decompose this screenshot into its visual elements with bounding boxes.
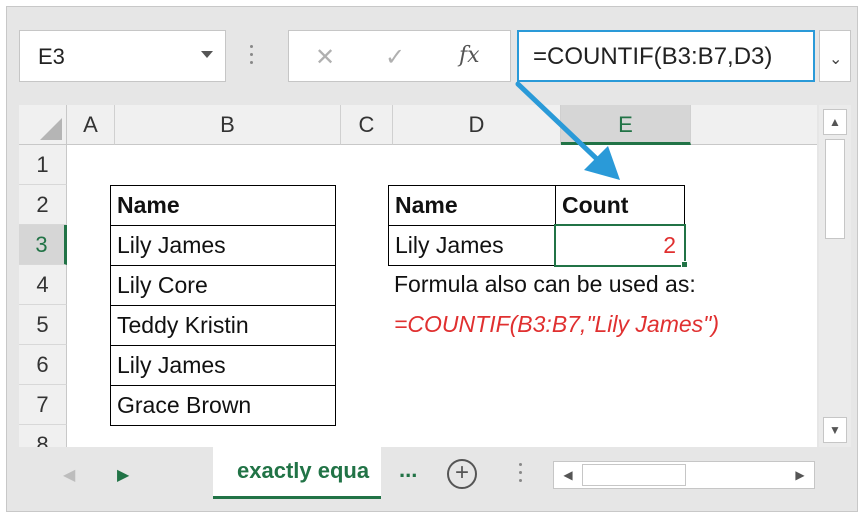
row-header-3[interactable]: 3 [19, 225, 67, 265]
row-header-7[interactable]: 7 [19, 385, 67, 425]
more-vert-icon[interactable] [250, 45, 254, 65]
horizontal-scrollbar[interactable]: ◀ ▶ [553, 461, 815, 489]
expand-formula-bar-button[interactable]: ⌄ [819, 30, 851, 82]
formula-input[interactable]: =COUNTIF(B3:B7,D3) [517, 30, 815, 82]
column-header-e[interactable]: E [561, 105, 691, 145]
sheet-tab-bar: ◀ ▶ exactly equa ... + ◀ ▶ [7, 447, 857, 505]
excel-window: E3 ✕ ✓ fx =COUNTIF(B3:B7,D3) ⌄ A B C D E… [6, 6, 858, 512]
row-header-2[interactable]: 2 [19, 185, 67, 225]
select-all-button[interactable] [19, 105, 67, 145]
prev-sheet-icon[interactable]: ◀ [63, 465, 75, 485]
row-header-6[interactable]: 6 [19, 345, 67, 385]
scroll-right-icon[interactable]: ▶ [788, 464, 812, 486]
row-header-4[interactable]: 4 [19, 265, 67, 305]
note-line-1: Formula also can be used as: [394, 271, 696, 297]
row-header-1[interactable]: 1 [19, 145, 67, 185]
left-table-item[interactable]: Lily Core [110, 265, 336, 306]
formula-buttons: ✕ ✓ fx [288, 30, 511, 82]
column-header-c[interactable]: C [341, 105, 393, 145]
horizontal-scroll-thumb[interactable] [582, 464, 686, 486]
right-table-name-value[interactable]: Lily James [388, 225, 556, 266]
formula-text: =COUNTIF(B3:B7,D3) [533, 43, 773, 70]
name-box[interactable]: E3 [19, 30, 226, 82]
column-header-a[interactable]: A [67, 105, 115, 145]
note-formula-alt: =COUNTIF(B3:B7,"Lily James") [394, 311, 719, 337]
left-table-item[interactable]: Lily James [110, 345, 336, 386]
check-icon[interactable]: ✓ [385, 43, 405, 72]
insert-function-button[interactable]: fx [459, 43, 480, 68]
column-header-d[interactable]: D [393, 105, 561, 145]
scroll-down-icon[interactable]: ▼ [823, 417, 847, 443]
sheet-tab-active[interactable]: exactly equa [213, 447, 381, 499]
column-header-b[interactable]: B [115, 105, 341, 145]
active-cell-border [554, 224, 686, 267]
more-vert-icon[interactable] [519, 463, 522, 487]
worksheet-grid[interactable]: A B C D E 1 2 3 4 5 6 7 8 Name Lily Jame… [19, 105, 817, 447]
next-sheet-icon[interactable]: ▶ [117, 465, 129, 485]
scroll-left-icon[interactable]: ◀ [556, 464, 580, 486]
left-table-item[interactable]: Teddy Kristin [110, 305, 336, 346]
left-table-item[interactable]: Lily James [110, 225, 336, 266]
chevron-down-icon[interactable] [201, 51, 213, 58]
left-table-item[interactable]: Grace Brown [110, 385, 336, 426]
row-header-8[interactable]: 8 [19, 425, 67, 447]
vertical-scroll-thumb[interactable] [825, 139, 845, 239]
right-table-header-name[interactable]: Name [388, 185, 556, 226]
row-header-5[interactable]: 5 [19, 305, 67, 345]
add-sheet-button[interactable]: + [447, 459, 477, 489]
scroll-up-icon[interactable]: ▲ [823, 109, 847, 135]
chevron-down-icon: ⌄ [829, 51, 843, 68]
left-table-header[interactable]: Name [110, 185, 336, 226]
more-sheets-button[interactable]: ... [399, 457, 417, 483]
name-box-value: E3 [38, 44, 65, 69]
close-icon[interactable]: ✕ [315, 43, 335, 72]
vertical-scrollbar[interactable]: ▲ ▼ [819, 105, 851, 447]
column-header-empty [691, 105, 817, 145]
right-table-header-count[interactable]: Count [555, 185, 685, 226]
